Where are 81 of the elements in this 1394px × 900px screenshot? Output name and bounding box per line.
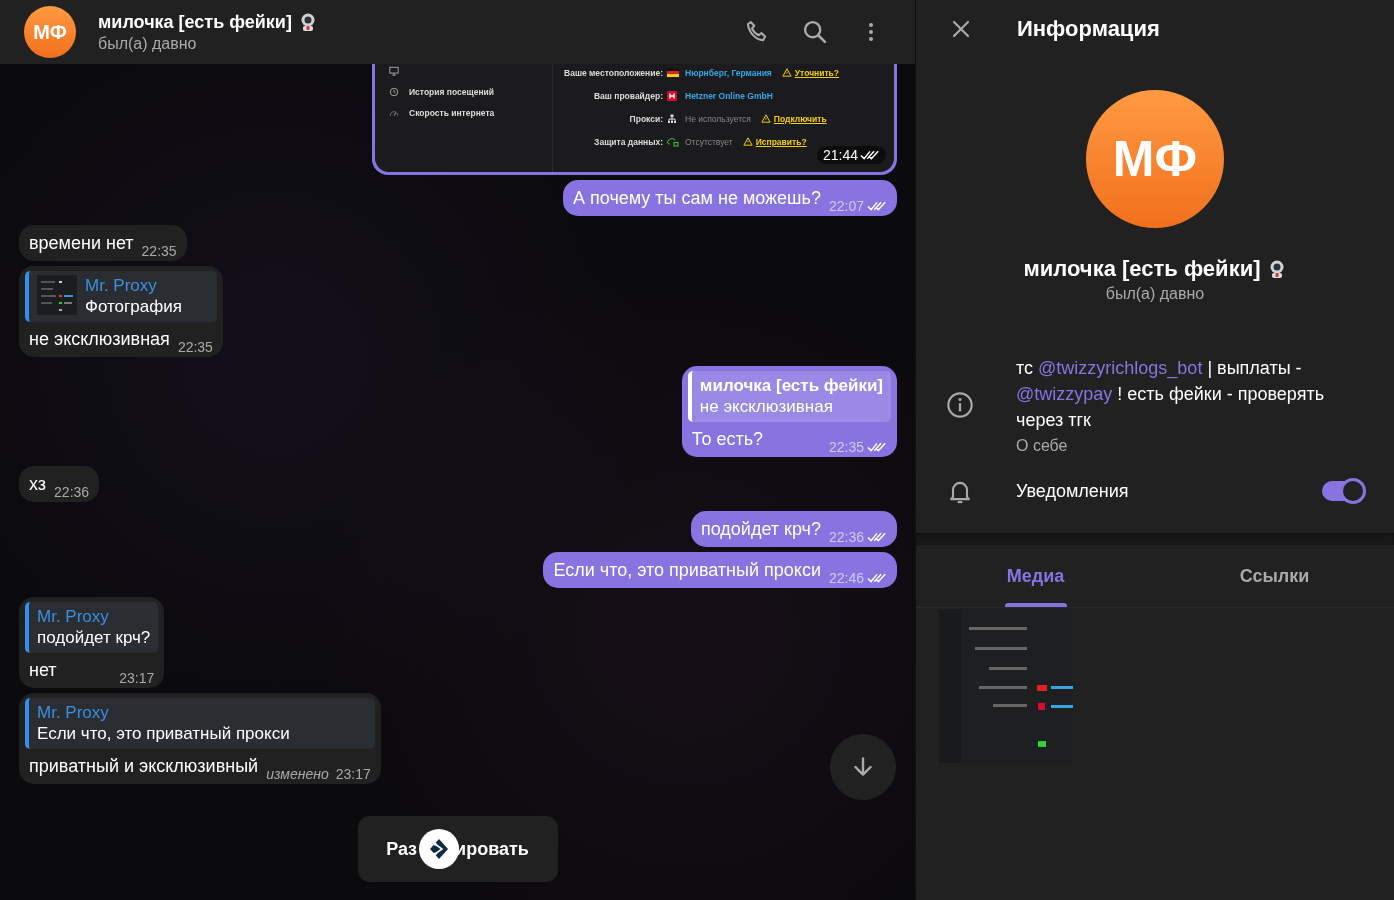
edited-label: изменено [266, 766, 329, 782]
cloud-lock-icon [667, 136, 679, 147]
reply-quote[interactable]: Mr. Proxy Если что, это приватный прокси [25, 698, 375, 749]
message-bubble[interactable]: времени нет 22:35 [19, 225, 187, 261]
warning-link[interactable]: Подключить [760, 113, 827, 124]
message-bubble[interactable]: Mr. Proxy Если что, это приватный прокси приватный и эксклюзивный изменено 23:17 [19, 693, 381, 784]
warning-link[interactable]: Исправить? [742, 136, 807, 147]
message-time: 22:35 [828, 439, 864, 455]
reply-quote[interactable]: Mr. Proxy подойдет крч? [25, 602, 159, 653]
bio-caption: О себе [1016, 437, 1069, 455]
warning-icon [781, 68, 792, 77]
last-seen-status: был(а) давно [1105, 285, 1205, 303]
message-bubble[interactable]: А почему ты сам не можешь? 22:07 [563, 180, 897, 216]
reply-text: подойдет крч? [37, 627, 151, 648]
field-label: Прокси: [628, 113, 663, 124]
message-bubble[interactable]: Mr. Proxy подойдет крч? нет 23:17 [19, 597, 165, 688]
reply-author: Mr. Proxy [85, 275, 158, 296]
field-label: Защита данных: [593, 136, 663, 147]
message-bubble[interactable]: подойдет крч? 22:36 [690, 511, 897, 547]
message-text: приватный и эксклюзивный [29, 755, 259, 778]
warning-link[interactable]: Уточнить? [781, 67, 840, 78]
info-icon [946, 391, 974, 419]
message-bubble[interactable]: милочка [есть фейки] не эксклюзивная То есть? 22:35 [681, 366, 897, 457]
reply-text: Фотография [85, 296, 182, 317]
floating-badge-icon[interactable] [418, 829, 459, 869]
monitor-icon [389, 66, 399, 76]
profile-name: милочка [есть фейки] [1023, 256, 1261, 282]
field-value: Отсутствует [685, 136, 733, 147]
field-label: Ваше местоположение: [563, 67, 663, 78]
username-link[interactable]: @twizzypay [1016, 384, 1113, 404]
message-time: 22:46 [828, 570, 864, 586]
search-icon[interactable] [801, 18, 829, 46]
reply-text: не эксклюзивная [699, 396, 834, 417]
chat-title: милочка [есть фейки] [98, 11, 292, 33]
letter-h-icon [667, 90, 677, 101]
field-label: Ваш провайдер: [592, 90, 663, 101]
message-time: 22:35 [177, 339, 213, 355]
warning-icon [742, 137, 753, 146]
message-time: 22:35 [141, 243, 177, 259]
message-bubble[interactable]: Mr. Proxy Фотография не эксклюзивная 22:35 [19, 266, 223, 357]
message-text: нет [29, 659, 57, 682]
field-value: Не используется [685, 113, 751, 124]
notifications-label: Уведомления [1016, 480, 1130, 502]
tab[interactable]: Ссылки [1155, 545, 1394, 607]
reply-quote[interactable]: Mr. Proxy Фотография [25, 271, 217, 322]
message-text: Если что, это приватный прокси [553, 559, 821, 582]
message-text: То есть? [691, 428, 764, 451]
message-text: времени нет [29, 232, 134, 255]
reply-author: Mr. Proxy [37, 606, 110, 627]
bio-text: тс @twizzyrichlogs_bot | выплаты - @twizzypay ! есть фейки - проверять через тгк [1016, 357, 1326, 432]
message-bubble[interactable]: хз 22:36 [19, 466, 100, 502]
notifications-toggle[interactable] [1322, 481, 1364, 501]
message-text: не эксклюзивная [29, 328, 170, 351]
message-text: подойдет крч? [700, 518, 821, 541]
message-time: 23:17 [119, 670, 155, 686]
profile-avatar: МФ [1086, 90, 1224, 228]
photo-message[interactable]: История посещений Скорость интернета Ваше местоположение: Нюрнберг, Германия Уточнить? Ваш провайдер: Hetzner Online GmbH Прокси: Не используется Подключить Защита данных: Отсутствует Исправить? 21:44 [372, 64, 897, 175]
message-text: А почему ты сам не можешь? [573, 187, 821, 210]
message-time: 22:36 [54, 484, 90, 500]
panel-title: Информация [1017, 16, 1160, 42]
reply-text: Если что, это приватный прокси [37, 723, 290, 744]
message-text: хз [29, 473, 47, 496]
last-seen-status: был(а) давно [98, 34, 198, 53]
message-time: 22:36 [828, 529, 864, 545]
menu-label: Скорость интернета [409, 108, 495, 118]
flag-icon [667, 68, 679, 77]
reply-author: Mr. Proxy [37, 702, 110, 723]
message-time: 22:07 [828, 198, 864, 214]
network-icon [667, 113, 677, 124]
field-value: Нюрнберг, Германия [685, 67, 772, 78]
speedometer-icon [389, 108, 399, 118]
username-link[interactable]: @twizzyrichlogs_bot [1038, 358, 1203, 378]
message-bubble[interactable]: Если что, это приватный прокси 22:46 [543, 552, 897, 588]
reply-author: милочка [есть фейки] [699, 375, 883, 396]
warning-icon [760, 114, 771, 123]
history-icon [389, 87, 399, 97]
time-badge: 21:44 [816, 146, 886, 164]
message-time: 23:17 [335, 766, 371, 782]
tab[interactable]: Медиа [916, 545, 1155, 607]
menu-label: История посещений [409, 87, 494, 97]
field-value: Hetzner Online GmbH [685, 90, 773, 101]
